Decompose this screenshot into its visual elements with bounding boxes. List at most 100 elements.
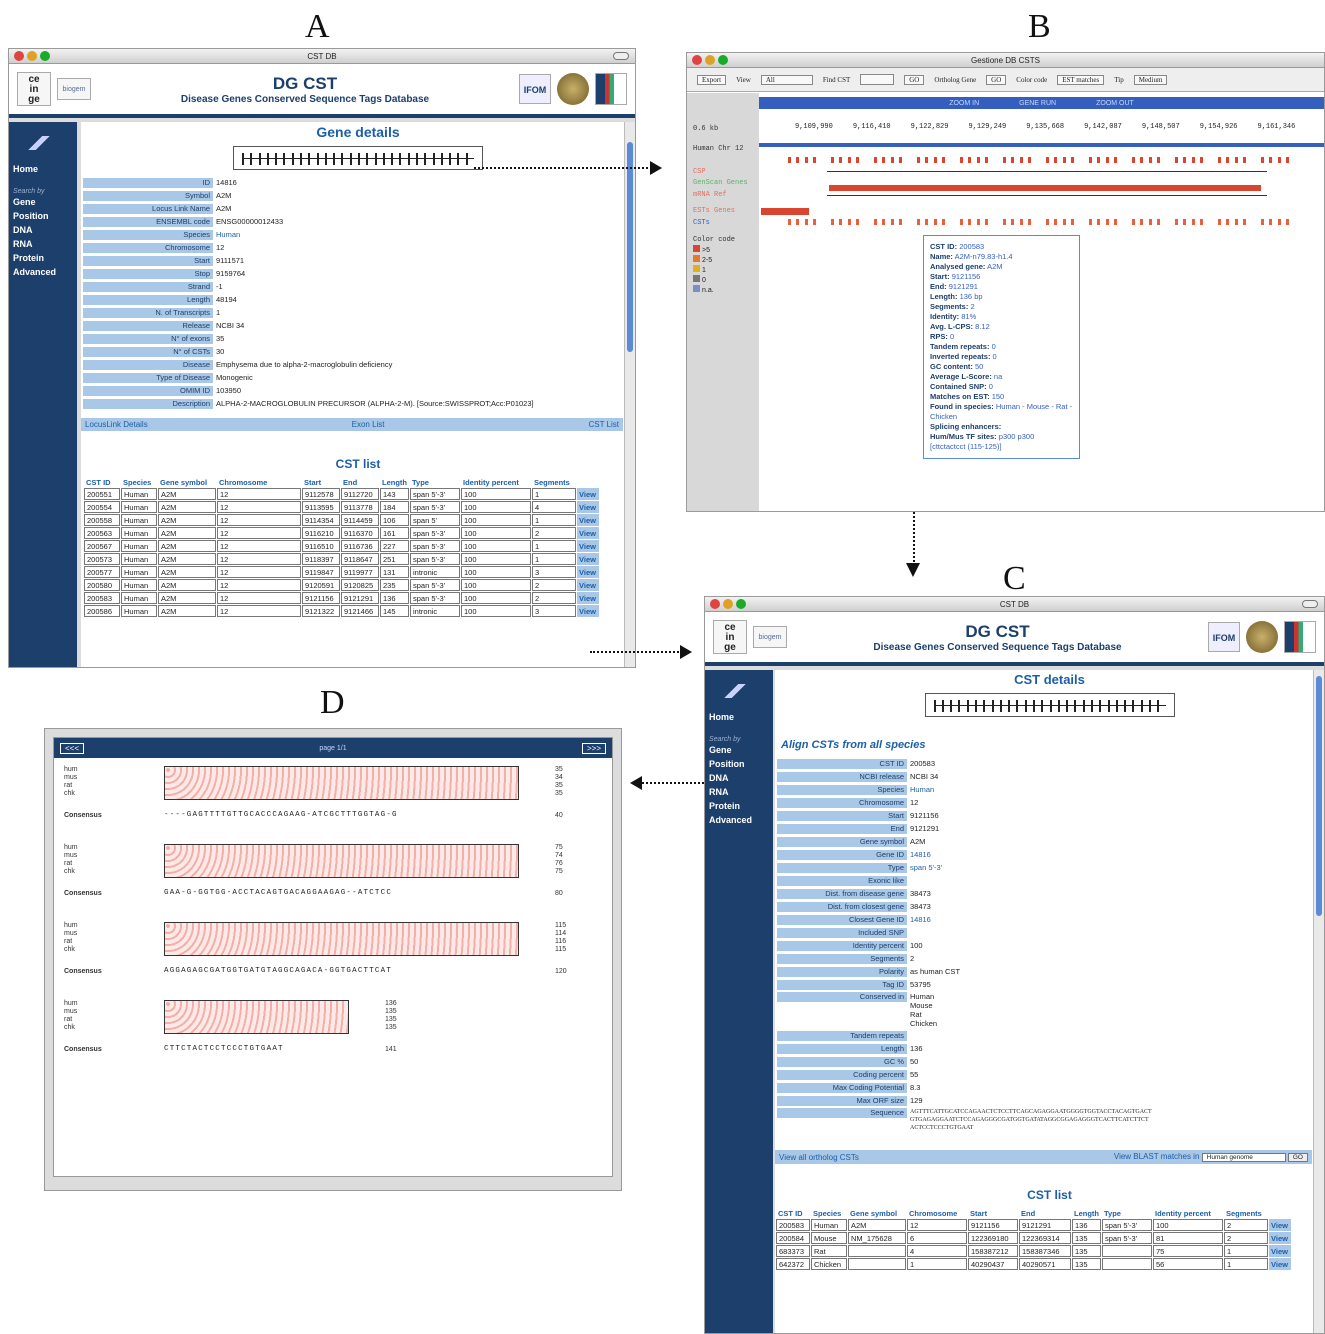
feature-mark[interactable] [804, 219, 808, 225]
view-button[interactable]: View [577, 592, 599, 604]
sidebar-home[interactable]: Home [709, 710, 769, 724]
close-icon[interactable] [710, 599, 720, 609]
feature-mark[interactable] [1045, 157, 1049, 163]
view-button[interactable]: View [577, 566, 599, 578]
feature-mark[interactable] [787, 157, 791, 163]
feature-mark[interactable] [899, 219, 903, 225]
feature-mark[interactable] [1217, 219, 1221, 225]
field-value[interactable]: Human [907, 785, 934, 794]
sidebar-item-protein[interactable]: Protein [13, 251, 73, 265]
find-go-button[interactable]: GO [904, 74, 925, 85]
feature-mark[interactable] [942, 219, 946, 225]
feature-mark[interactable] [1088, 157, 1092, 163]
feature-mark[interactable] [1105, 157, 1109, 163]
field-value[interactable]: Human [213, 230, 240, 239]
view-button[interactable]: View [1269, 1232, 1291, 1244]
feature-mark[interactable] [1286, 219, 1290, 225]
tip-select[interactable]: Medium [1133, 74, 1168, 85]
feature-mark[interactable] [1054, 157, 1058, 163]
zoom-icon[interactable] [736, 599, 746, 609]
sidebar-item-position[interactable]: Position [13, 209, 73, 223]
sidebar-item-advanced[interactable]: Advanced [709, 813, 769, 827]
feature-mark[interactable] [1286, 157, 1290, 163]
feature-mark[interactable] [985, 157, 989, 163]
feature-mark[interactable] [1062, 157, 1066, 163]
feature-mark[interactable] [1260, 219, 1264, 225]
feature-mark[interactable] [1157, 219, 1161, 225]
feature-mark[interactable] [1028, 157, 1032, 163]
feature-mark[interactable] [1011, 219, 1015, 225]
feature-mark[interactable] [1002, 157, 1006, 163]
feature-mark[interactable] [976, 219, 980, 225]
feature-mark[interactable] [873, 219, 877, 225]
feature-mark[interactable] [1062, 219, 1066, 225]
feature-mark[interactable] [1011, 157, 1015, 163]
sidebar-item-dna[interactable]: DNA [13, 223, 73, 237]
feature-mark[interactable] [1183, 157, 1187, 163]
feature-mark[interactable] [933, 157, 937, 163]
feature-mark[interactable] [882, 157, 886, 163]
feature-mark[interactable] [968, 157, 972, 163]
find-cst-input[interactable] [860, 74, 895, 85]
feature-mark[interactable] [1148, 219, 1152, 225]
feature-mark[interactable] [1269, 157, 1273, 163]
feature-mark[interactable] [839, 219, 843, 225]
feature-mark[interactable] [839, 157, 843, 163]
view-button[interactable]: View [577, 540, 599, 552]
view-button[interactable]: View [577, 488, 599, 500]
feature-mark[interactable] [968, 219, 972, 225]
feature-mark[interactable] [1191, 157, 1195, 163]
view-button[interactable]: View [1269, 1219, 1291, 1231]
toolbar-toggle-icon[interactable] [613, 52, 629, 60]
feature-mark[interactable] [1045, 219, 1049, 225]
view-button[interactable]: View [577, 605, 599, 617]
feature-mark[interactable] [1105, 219, 1109, 225]
feature-mark[interactable] [813, 219, 817, 225]
feature-mark[interactable] [916, 219, 920, 225]
feature-mark[interactable] [1234, 219, 1238, 225]
feature-mark[interactable] [1226, 219, 1230, 225]
feature-mark[interactable] [1200, 219, 1204, 225]
sidebar-item-protein[interactable]: Protein [709, 799, 769, 813]
minimize-icon[interactable] [705, 55, 715, 65]
feature-mark[interactable] [1054, 219, 1058, 225]
next-page-button[interactable]: >>> [581, 742, 606, 754]
feature-mark[interactable] [925, 219, 929, 225]
feature-mark[interactable] [1174, 157, 1178, 163]
scrollbar[interactable] [1313, 670, 1324, 1333]
feature-mark[interactable] [1277, 219, 1281, 225]
view-button[interactable]: View [577, 514, 599, 526]
window-c-titlebar[interactable]: CST DB [705, 597, 1324, 612]
prev-page-button[interactable]: <<< [60, 742, 85, 754]
feature-mark[interactable] [1028, 219, 1032, 225]
feature-mark[interactable] [804, 157, 808, 163]
view-button[interactable]: View [577, 501, 599, 513]
view-button[interactable]: View [577, 553, 599, 565]
feature-mark[interactable] [916, 157, 920, 163]
field-value[interactable]: 14816 [907, 850, 931, 859]
sidebar-item-advanced[interactable]: Advanced [13, 265, 73, 279]
feature-mark[interactable] [1243, 219, 1247, 225]
feature-mark[interactable] [1234, 157, 1238, 163]
feature-mark[interactable] [976, 157, 980, 163]
feature-mark[interactable] [959, 157, 963, 163]
window-b-titlebar[interactable]: Gestione DB CSTS [687, 53, 1324, 68]
feature-mark[interactable] [1002, 219, 1006, 225]
feature-mark[interactable] [1071, 219, 1075, 225]
feature-mark[interactable] [959, 219, 963, 225]
feature-mark[interactable] [933, 219, 937, 225]
feature-mark[interactable] [1277, 157, 1281, 163]
feature-mark[interactable] [1243, 157, 1247, 163]
view-button[interactable]: View [577, 527, 599, 539]
feature-mark[interactable] [787, 219, 791, 225]
sidebar-home[interactable]: Home [13, 162, 73, 176]
mrna-ref-track[interactable] [829, 185, 1261, 191]
feature-mark[interactable] [1148, 157, 1152, 163]
sidebar-item-dna[interactable]: DNA [709, 771, 769, 785]
feature-mark[interactable] [1269, 219, 1273, 225]
field-value[interactable]: 14816 [907, 915, 931, 924]
zoom-icon[interactable] [40, 51, 50, 61]
scrollbar[interactable] [624, 122, 635, 667]
zoom-icon[interactable] [718, 55, 728, 65]
feature-mark[interactable] [1114, 219, 1118, 225]
